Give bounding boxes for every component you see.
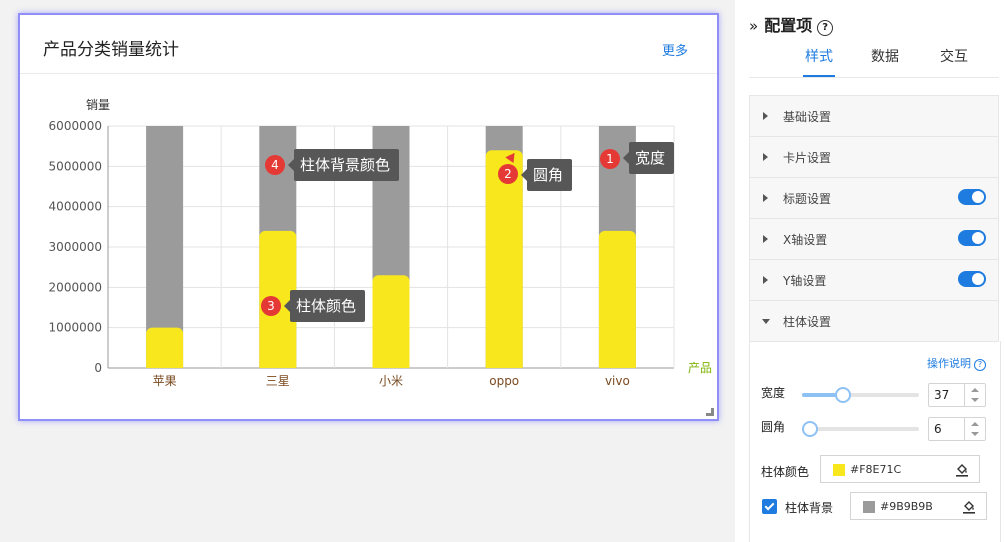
bar[interactable] (598, 230, 636, 368)
width-value[interactable]: 37 (934, 388, 949, 402)
expand-arrow-icon (763, 194, 768, 202)
radius-stepper-buttons (964, 418, 985, 440)
y-tick-label: 3000000 (49, 240, 102, 254)
title-toggle[interactable] (958, 189, 986, 205)
section-title[interactable]: 标题设置 (749, 178, 999, 219)
question-icon: ? (974, 359, 986, 371)
y-tick-label: 5000000 (49, 159, 102, 173)
bar-bg-checkbox[interactable] (762, 499, 777, 514)
bar-base (146, 362, 184, 368)
x-tick-label: 苹果 (153, 374, 177, 388)
x-axis-toggle[interactable] (958, 230, 986, 246)
expand-arrow-icon (763, 153, 768, 161)
callout-bar-bg-color: 柱体背景颜色 (287, 149, 400, 181)
bar-bg-color-picker[interactable]: #9B9B9B (850, 492, 987, 520)
section-label: Y轴设置 (783, 274, 827, 288)
section-pillar[interactable]: 柱体设置 (749, 301, 999, 342)
bar-bg-color-hex: #9B9B9B (880, 500, 933, 513)
bar-chart: 销量 产品 0 1000000 2000000 3000000 4000000 50000… (49, 98, 712, 388)
bar-base (485, 362, 523, 368)
resize-handle[interactable] (706, 408, 714, 416)
x-tick-label: vivo (605, 374, 630, 388)
y-tick-label: 2000000 (49, 280, 102, 294)
section-label: 基础设置 (783, 110, 832, 124)
bar-color-label: 柱体颜色 (761, 465, 810, 479)
callout-badge-4: 4 (265, 155, 285, 175)
decrement-icon[interactable] (971, 432, 979, 436)
radius-stepper[interactable]: 6 (928, 417, 986, 441)
config-tabs: 样式 数据 交互 (749, 40, 999, 78)
bar-bg-label: 柱体背景 (785, 501, 834, 515)
collapse-chevron-icon[interactable]: » (749, 17, 758, 35)
section-basic[interactable]: 基础设置 (749, 95, 999, 137)
width-stepper-buttons (964, 384, 985, 406)
bar[interactable] (146, 327, 184, 368)
decrement-icon[interactable] (971, 398, 979, 402)
section-card[interactable]: 卡片设置 (749, 137, 999, 178)
section-x-axis[interactable]: X轴设置 (749, 219, 999, 260)
operation-help-link[interactable]: 操作说明? (927, 355, 986, 371)
config-panel: » 配置项? 样式 数据 交互 基础设置 卡片设置 标题设置 X轴设置 Y轴设置 (735, 0, 1005, 542)
panel-header: » 配置项? (749, 12, 834, 36)
chart-card[interactable]: 产品分类销量统计 更多 销量 产品 0 1000000 2000000 3000000… (18, 13, 719, 421)
y-axis-label: 销量 (86, 98, 110, 112)
settings-sections: 基础设置 卡片设置 标题设置 X轴设置 Y轴设置 柱体设置 (749, 95, 999, 342)
radius-slider-knob[interactable] (802, 421, 818, 437)
help-icon[interactable]: ? (817, 20, 834, 36)
width-slider-knob[interactable] (834, 387, 851, 403)
paint-bucket-icon[interactable] (955, 462, 969, 481)
pillar-settings: 操作说明? 宽度 37 圆角 6 柱体颜色 #F8E71C 柱体背景 #9B9B… (749, 341, 1001, 542)
x-tick-label: 三星 (266, 374, 290, 388)
collapse-arrow-icon (762, 319, 770, 324)
x-tick-label: 小米 (379, 374, 403, 388)
bar-base (372, 362, 410, 368)
callout-width: 宽度 (622, 142, 675, 174)
expand-arrow-icon (763, 112, 768, 120)
tab-data[interactable]: 数据 (871, 46, 899, 66)
section-label: 标题设置 (783, 192, 832, 206)
bar-color-picker[interactable]: #F8E71C (820, 455, 980, 483)
bar-base (598, 362, 636, 368)
tab-style[interactable]: 样式 (805, 46, 833, 66)
bar[interactable] (372, 275, 410, 368)
section-y-axis[interactable]: Y轴设置 (749, 260, 999, 301)
callout-radius: 圆角 (520, 159, 573, 191)
callout-badge-1: 1 (600, 149, 620, 169)
x-axis-label: 产品 (688, 361, 712, 375)
radius-value[interactable]: 6 (934, 422, 942, 436)
panel-title: 配置项 (764, 16, 813, 35)
bar-bg-color-swatch (863, 501, 875, 513)
increment-icon[interactable] (971, 388, 979, 392)
y-tick-label: 4000000 (49, 200, 102, 214)
y-axis-toggle[interactable] (958, 271, 986, 287)
y-tick-label: 1000000 (49, 321, 102, 335)
section-label: 柱体设置 (783, 315, 832, 329)
width-stepper[interactable]: 37 (928, 383, 986, 407)
x-tick-label: oppo (489, 374, 519, 388)
expand-arrow-icon (763, 276, 768, 284)
bar-color-swatch (833, 464, 845, 476)
increment-icon[interactable] (971, 422, 979, 426)
callout-badge-3: 3 (261, 296, 281, 316)
section-label: 卡片设置 (783, 151, 832, 165)
y-tick-label: 6000000 (49, 119, 102, 133)
paint-bucket-icon[interactable] (962, 499, 976, 518)
width-label: 宽度 (761, 386, 786, 400)
y-tick-label: 0 (94, 361, 102, 375)
radius-slider[interactable] (802, 421, 919, 437)
operation-help-label: 操作说明 (927, 357, 971, 370)
section-label: X轴设置 (783, 233, 828, 247)
active-tab-indicator (803, 75, 835, 77)
width-slider[interactable] (802, 387, 919, 403)
expand-arrow-icon (763, 235, 768, 243)
radius-label: 圆角 (761, 420, 786, 434)
bar-base (259, 362, 297, 368)
bar-color-hex: #F8E71C (850, 463, 902, 476)
callout-badge-2: 2 (498, 164, 518, 184)
callout-bar-color: 柱体颜色 (283, 290, 366, 322)
tab-interaction[interactable]: 交互 (940, 46, 968, 66)
